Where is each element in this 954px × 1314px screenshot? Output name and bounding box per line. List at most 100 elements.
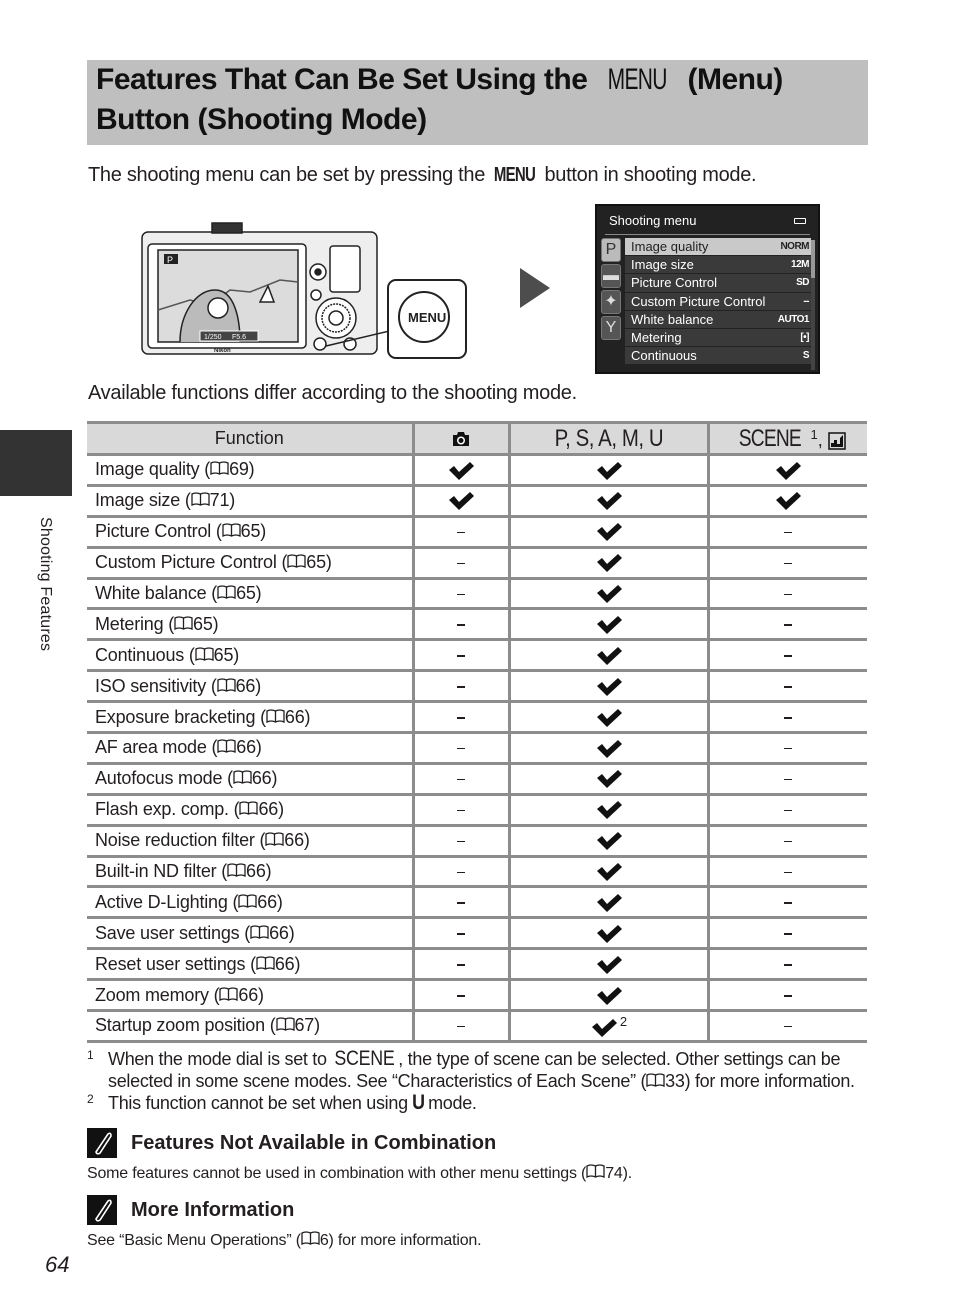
availability-cell-psamu <box>507 732 708 765</box>
check-icon <box>596 801 622 820</box>
table-row: Continuous (65) <box>87 639 867 673</box>
not-available-dash <box>457 902 465 904</box>
page-reference-book-icon <box>217 739 236 754</box>
availability-cell-scene <box>706 639 867 673</box>
svg-text:Nikon: Nikon <box>214 348 231 354</box>
check-icon <box>449 492 474 511</box>
check-icon <box>591 1019 617 1038</box>
availability-cell-auto <box>411 516 509 549</box>
gps-tab-icon: ✦ <box>601 290 621 314</box>
not-available-dash <box>784 624 793 626</box>
availability-cell-psamu: 2 <box>507 1010 708 1043</box>
check-icon <box>596 492 622 511</box>
availability-cell-psamu <box>507 639 708 673</box>
table-row: AF area mode (66) <box>87 732 867 765</box>
availability-cell-auto <box>411 608 509 642</box>
page-reference-book-icon <box>216 678 236 692</box>
availability-cell-scene <box>706 454 867 487</box>
not-available-dash <box>457 809 465 812</box>
not-available-dash <box>784 562 793 565</box>
table-row: Image quality (69) <box>87 454 867 487</box>
availability-cell-scene <box>706 547 867 580</box>
not-available-dash <box>457 531 465 534</box>
availability-cell-auto <box>411 825 509 858</box>
availability-cell-psamu <box>507 608 708 642</box>
not-available-dash <box>784 717 793 719</box>
function-name-cell: Save user settings (66) <box>87 917 413 951</box>
function-name-cell: Flash exp. comp. (66) <box>87 794 413 827</box>
not-available-dash <box>457 964 465 966</box>
page-reference-book-icon <box>222 523 241 538</box>
not-available-dash <box>457 593 465 595</box>
availability-cell-auto <box>411 639 509 673</box>
page-reference-book-icon <box>227 863 246 878</box>
table-row: Noise reduction filter (66) <box>87 825 867 858</box>
effects-mode-icon <box>827 432 846 450</box>
availability-cell-psamu <box>507 917 708 951</box>
function-name-cell: Noise reduction filter (66) <box>87 825 413 858</box>
function-name-cell: Active D-Lighting (66) <box>87 886 413 920</box>
availability-cell-psamu <box>507 886 708 920</box>
availability-note: Available functions differ according to … <box>88 382 577 404</box>
menu-button-callout: MENU <box>408 310 446 325</box>
not-available-dash <box>784 902 793 904</box>
availability-cell-scene <box>706 732 867 765</box>
page-reference-book-icon <box>238 894 257 908</box>
check-icon <box>449 461 474 480</box>
not-available-dash <box>784 871 793 874</box>
shooting-menu-title: Shooting menu <box>609 213 697 228</box>
check-icon <box>596 554 622 573</box>
function-name-cell: Continuous (65) <box>87 639 413 673</box>
pencil-note-icon <box>87 1195 117 1225</box>
auto-camera-icon <box>453 432 469 447</box>
function-availability-table: Function P, S, A, M, U SCENE 1, Image qua… <box>87 421 867 1043</box>
availability-cell-scene <box>706 1010 867 1043</box>
header-psamu: P, S, A, M, U <box>507 421 708 456</box>
availability-cell-scene <box>706 670 867 704</box>
not-available-dash <box>457 717 465 719</box>
availability-cell-scene <box>706 608 867 642</box>
check-icon <box>596 739 622 758</box>
not-available-dash <box>784 995 793 997</box>
not-available-dash <box>784 1025 793 1028</box>
availability-cell-psamu <box>507 948 708 982</box>
menu-item-continuous: Continuous S <box>625 347 811 366</box>
function-name-cell: Image size (71) <box>87 485 413 518</box>
page-reference-book-icon <box>646 1073 665 1088</box>
availability-cell-scene <box>706 485 867 518</box>
check-icon <box>596 523 622 542</box>
svg-text:P: P <box>167 255 173 265</box>
footnote-1: 1 When the mode dial is set to SCENE, th… <box>87 1047 855 1092</box>
check-icon <box>596 832 622 851</box>
not-available-dash <box>784 531 793 534</box>
function-name-cell: ISO sensitivity (66) <box>87 670 413 704</box>
availability-cell-auto <box>411 454 509 487</box>
availability-cell-scene <box>706 886 867 920</box>
page-reference-book-icon <box>250 925 269 939</box>
table-row: Picture Control (65) <box>87 516 867 549</box>
not-available-dash <box>457 655 465 657</box>
not-available-dash <box>457 686 465 688</box>
check-icon <box>596 894 622 913</box>
function-name-cell: Built-in ND filter (66) <box>87 856 413 889</box>
availability-cell-auto <box>411 485 509 518</box>
check-icon <box>596 986 622 1005</box>
table-row: Exposure bracketing (66) <box>87 701 867 735</box>
availability-cell-psamu <box>507 516 708 549</box>
not-available-dash <box>457 778 465 781</box>
function-name-cell: AF area mode (66) <box>87 732 413 765</box>
not-available-dash <box>784 593 793 595</box>
function-name-cell: White balance (65) <box>87 578 413 611</box>
note-heading: Features Not Available in Combination <box>131 1132 497 1154</box>
availability-cell-auto <box>411 886 509 920</box>
check-icon <box>776 461 802 480</box>
not-available-dash <box>784 964 793 966</box>
page-reference-book-icon <box>217 585 236 600</box>
availability-cell-scene <box>706 979 867 1013</box>
function-name-cell: Image quality (69) <box>87 454 413 487</box>
menu-item-image-size: Image size 12M <box>625 256 811 275</box>
availability-cell-psamu <box>507 794 708 827</box>
battery-icon <box>794 218 806 224</box>
pencil-note-icon <box>87 1128 117 1158</box>
availability-cell-scene <box>706 701 867 735</box>
